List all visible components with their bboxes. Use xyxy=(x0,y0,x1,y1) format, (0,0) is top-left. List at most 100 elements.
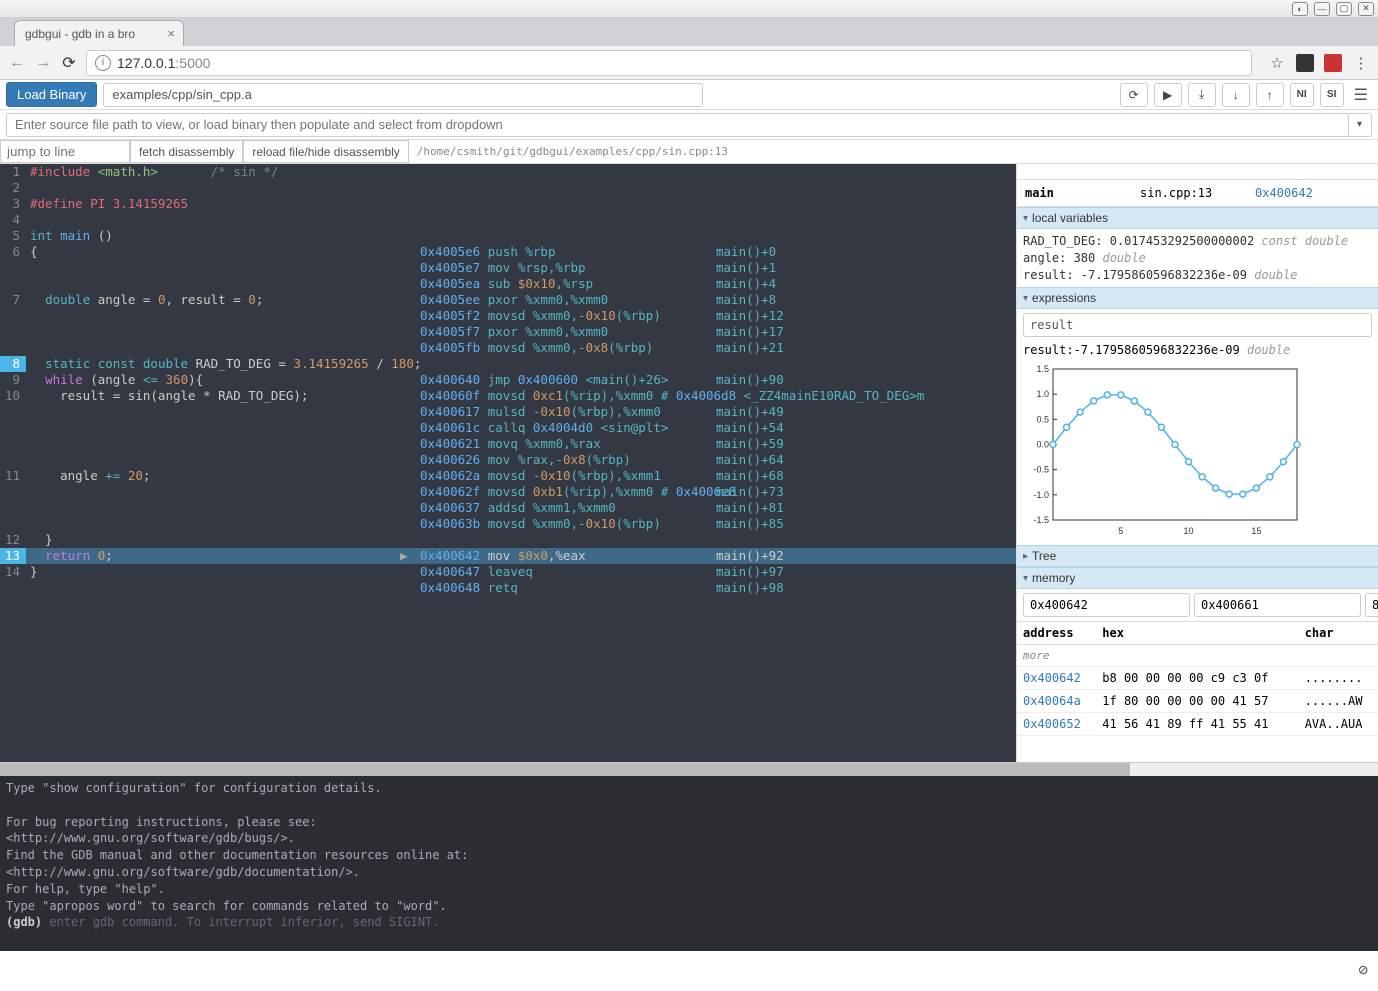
line-number[interactable]: 6 xyxy=(0,244,26,260)
code-line[interactable]: 9 while (angle <= 360){0x400640 jmp 0x40… xyxy=(0,372,1016,388)
code-line[interactable]: 10 result = sin(angle * RAD_TO_DEG);0x40… xyxy=(0,388,1016,404)
line-number[interactable]: 5 xyxy=(0,228,26,244)
run-button[interactable]: ▶ xyxy=(1154,83,1182,107)
code-line[interactable]: 4 xyxy=(0,212,1016,228)
memory-row: 0x40064a1f 80 00 00 00 00 41 57......AW xyxy=(1017,690,1378,713)
browser-address-bar: ← → ⟳ i 127.0.0.1:5000 ☆ ⋮ xyxy=(0,46,1378,80)
memory-more-link[interactable]: more xyxy=(1017,645,1378,667)
step-instruction-button[interactable]: SI xyxy=(1320,83,1344,107)
line-number[interactable]: 10 xyxy=(0,388,26,404)
svg-text:1.5: 1.5 xyxy=(1036,364,1049,374)
load-binary-button[interactable]: Load Binary xyxy=(6,82,97,107)
line-number[interactable]: 8 xyxy=(0,356,26,372)
code-line[interactable]: 14}0x400647 leaveqmain()+97 xyxy=(0,564,1016,580)
next-instruction-button[interactable]: NI xyxy=(1290,83,1314,107)
code-line[interactable]: 3#define PI 3.14159265 xyxy=(0,196,1016,212)
site-info-icon[interactable]: i xyxy=(95,55,111,71)
code-line[interactable]: 7 double angle = 0, result = 0;0x4005ee … xyxy=(0,292,1016,308)
stack-file: sin.cpp:13 xyxy=(1140,186,1255,200)
code-pane[interactable]: 1#include <math.h> /* sin */23#define PI… xyxy=(0,164,1016,762)
section-tree[interactable]: ▸ Tree xyxy=(1017,545,1378,567)
step-out-button[interactable]: ↑ xyxy=(1256,83,1284,107)
chevron-down-icon: ▾ xyxy=(1023,573,1028,584)
forward-button: → xyxy=(34,54,52,72)
url-path: :5000 xyxy=(175,55,210,71)
binary-path-input[interactable] xyxy=(103,83,703,107)
extension-red-icon[interactable] xyxy=(1324,54,1342,72)
memory-row: 0x400642b8 00 00 00 00 c9 c3 0f........ xyxy=(1017,667,1378,690)
line-number[interactable]: 1 xyxy=(0,164,26,180)
right-panel: main sin.cpp:13 0x400642 ▾ local variabl… xyxy=(1016,164,1378,762)
line-number[interactable]: 11 xyxy=(0,468,26,484)
bookmark-star-icon[interactable]: ☆ xyxy=(1268,54,1286,72)
expression-input[interactable] xyxy=(1023,313,1372,337)
reload-button[interactable]: ⟳ xyxy=(60,54,78,72)
chevron-right-icon: ▸ xyxy=(1023,551,1028,562)
expression-result: result:-7.1795860596832236e-09 double xyxy=(1017,341,1378,359)
code-line[interactable]: 8 static const double RAD_TO_DEG = 3.141… xyxy=(0,356,1016,372)
window-minimize-button[interactable]: — xyxy=(1314,2,1330,16)
line-number[interactable]: 13 xyxy=(0,548,26,564)
stack-frame-row[interactable]: main sin.cpp:13 0x400642 xyxy=(1017,180,1378,207)
back-button[interactable]: ← xyxy=(8,54,26,72)
svg-text:5: 5 xyxy=(1118,526,1123,536)
svg-text:0.5: 0.5 xyxy=(1036,415,1049,425)
gdb-terminal[interactable]: Type "show configuration" for configurat… xyxy=(0,776,1378,951)
browser-tab[interactable]: gdbgui - gdb in a bro × xyxy=(14,20,184,46)
memory-end-input[interactable] xyxy=(1194,593,1361,617)
svg-text:10: 10 xyxy=(1184,526,1194,536)
disassembly-toolbar: fetch disassembly reload file/hide disas… xyxy=(0,140,1378,164)
svg-text:1.0: 1.0 xyxy=(1036,390,1049,400)
code-horizontal-scrollbar[interactable] xyxy=(0,762,1378,776)
window-maximize-button[interactable]: ▢ xyxy=(1336,2,1352,16)
memory-bytes-input[interactable] xyxy=(1365,593,1378,617)
code-line[interactable]: 1#include <math.h> /* sin */ xyxy=(0,164,1016,180)
code-line[interactable]: 6{0x4005e6 push %rbpmain()+0 xyxy=(0,244,1016,260)
step-into-button[interactable]: ↓ xyxy=(1222,83,1250,107)
code-line[interactable]: 13 return 0;▶0x400642 mov $0x0,%eaxmain(… xyxy=(0,548,1016,564)
svg-text:-1.5: -1.5 xyxy=(1033,515,1049,525)
expression-plot: -1.5-1.0-0.50.00.51.01.551015 xyxy=(1017,359,1378,545)
source-path-toolbar: ▾ xyxy=(0,110,1378,140)
code-line[interactable]: 12 } xyxy=(0,532,1016,548)
code-line[interactable]: 2 xyxy=(0,180,1016,196)
svg-text:15: 15 xyxy=(1251,526,1261,536)
code-line[interactable]: 11 angle += 20;0x40062a movsd -0x10(%rbp… xyxy=(0,468,1016,484)
section-expressions[interactable]: ▾ expressions xyxy=(1017,287,1378,309)
current-file-path: /home/csmith/git/gdbgui/examples/cpp/sin… xyxy=(409,140,736,163)
refresh-button[interactable]: ⟳ xyxy=(1120,83,1148,107)
line-number[interactable]: 2 xyxy=(0,180,26,196)
browser-tab-bar: gdbgui - gdb in a bro × xyxy=(0,18,1378,46)
stack-addr[interactable]: 0x400642 xyxy=(1255,186,1370,200)
menu-icon[interactable]: ☰ xyxy=(1350,85,1372,105)
jump-to-line-input[interactable] xyxy=(0,140,130,163)
stack-func: main xyxy=(1025,186,1140,200)
reload-file-button[interactable]: reload file/hide disassembly xyxy=(243,140,408,163)
gdb-input-placeholder[interactable]: enter gdb command. To interrupt inferior… xyxy=(49,915,439,929)
tab-title: gdbgui - gdb in a bro xyxy=(25,27,135,41)
fetch-disassembly-button[interactable]: fetch disassembly xyxy=(130,140,243,163)
section-locals[interactable]: ▾ local variables xyxy=(1017,207,1378,229)
line-number[interactable]: 12 xyxy=(0,532,26,548)
step-over-button[interactable]: ⤓ xyxy=(1188,83,1216,107)
url-input[interactable]: i 127.0.0.1:5000 xyxy=(86,50,1252,76)
line-number[interactable]: 4 xyxy=(0,212,26,228)
gdbgui-toolbar: Load Binary ⟳ ▶ ⤓ ↓ ↑ NI SI ☰ xyxy=(0,80,1378,110)
window-user-icon[interactable]: ◐ xyxy=(1292,2,1308,16)
section-memory[interactable]: ▾ memory xyxy=(1017,567,1378,589)
source-path-input[interactable] xyxy=(6,113,1349,137)
extension-gnome-icon[interactable] xyxy=(1296,54,1314,72)
url-host: 127.0.0.1 xyxy=(117,55,175,71)
source-dropdown-caret[interactable]: ▾ xyxy=(1348,113,1372,137)
line-number[interactable]: 3 xyxy=(0,196,26,212)
svg-text:-0.5: -0.5 xyxy=(1033,465,1049,475)
desktop-titlebar: ◐ — ▢ ✕ xyxy=(0,0,1378,18)
browser-menu-icon[interactable]: ⋮ xyxy=(1352,54,1370,72)
line-number[interactable]: 7 xyxy=(0,292,26,308)
memory-start-input[interactable] xyxy=(1023,593,1190,617)
code-line[interactable]: 5int main () xyxy=(0,228,1016,244)
close-icon[interactable]: × xyxy=(167,26,175,41)
line-number[interactable]: 9 xyxy=(0,372,26,388)
line-number[interactable]: 14 xyxy=(0,564,26,580)
window-close-button[interactable]: ✕ xyxy=(1358,2,1374,16)
